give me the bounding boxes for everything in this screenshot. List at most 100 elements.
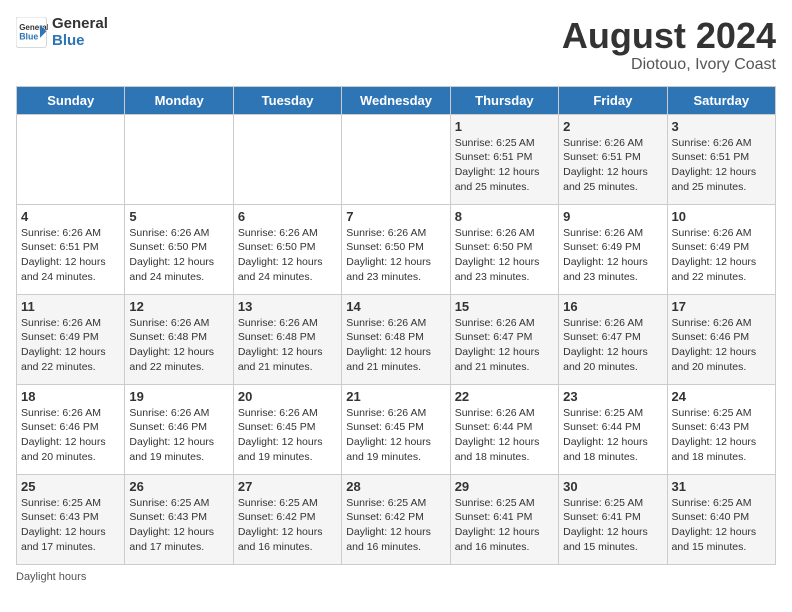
day-number: 5 xyxy=(129,209,228,224)
day-number: 19 xyxy=(129,389,228,404)
day-info: Sunrise: 6:26 AM Sunset: 6:50 PM Dayligh… xyxy=(129,226,228,285)
day-number: 2 xyxy=(563,119,662,134)
header: General Blue General Blue August 2024 Di… xyxy=(16,16,776,74)
calendar-week-row: 1 Sunrise: 6:25 AM Sunset: 6:51 PM Daylig… xyxy=(17,114,776,204)
calendar-cell: 30 Sunrise: 6:25 AM Sunset: 6:41 PM Dayli… xyxy=(559,474,667,564)
calendar-cell: 9Sunrise: 6:26 AM Sunset: 6:49 PM Daylig… xyxy=(559,204,667,294)
calendar-cell: 7Sunrise: 6:26 AM Sunset: 6:50 PM Daylig… xyxy=(342,204,450,294)
calendar-cell xyxy=(233,114,341,204)
day-info: Sunrise: 6:25 AM Sunset: 6:40 PM Dayligh… xyxy=(672,496,771,555)
calendar-cell: 6Sunrise: 6:26 AM Sunset: 6:50 PM Daylig… xyxy=(233,204,341,294)
day-number: 1 xyxy=(455,119,554,134)
calendar-cell: 5 Sunrise: 6:26 AM Sunset: 6:50 PM Daylig… xyxy=(125,204,233,294)
weekday-header: Friday xyxy=(559,86,667,114)
day-info: Sunrise: 6:26 AM Sunset: 6:50 PM Dayligh… xyxy=(346,226,445,285)
day-info: Sunrise: 6:26 AM Sunset: 6:48 PM Dayligh… xyxy=(346,316,445,375)
title-block: August 2024 Diotouo, Ivory Coast xyxy=(562,16,776,74)
day-info: Sunrise: 6:26 AM Sunset: 6:50 PM Dayligh… xyxy=(455,226,554,285)
day-number: 22 xyxy=(455,389,554,404)
calendar-cell: 31 Sunrise: 6:25 AM Sunset: 6:40 PM Dayli… xyxy=(667,474,775,564)
day-number: 10 xyxy=(672,209,771,224)
day-number: 29 xyxy=(455,479,554,494)
day-number: 17 xyxy=(672,299,771,314)
day-info: Sunrise: 6:26 AM Sunset: 6:47 PM Dayligh… xyxy=(455,316,554,375)
day-info: Sunrise: 6:25 AM Sunset: 6:42 PM Dayligh… xyxy=(346,496,445,555)
day-number: 20 xyxy=(238,389,337,404)
page-subtitle: Diotouo, Ivory Coast xyxy=(562,56,776,74)
day-number: 16 xyxy=(563,299,662,314)
calendar-week-row: 25 Sunrise: 6:25 AM Sunset: 6:43 PM Dayli… xyxy=(17,474,776,564)
day-info: Sunrise: 6:26 AM Sunset: 6:48 PM Dayligh… xyxy=(129,316,228,375)
calendar-cell: 4 Sunrise: 6:26 AM Sunset: 6:51 PM Daylig… xyxy=(17,204,125,294)
day-info: Sunrise: 6:25 AM Sunset: 6:41 PM Dayligh… xyxy=(563,496,662,555)
day-info: Sunrise: 6:25 AM Sunset: 6:41 PM Dayligh… xyxy=(455,496,554,555)
day-number: 8 xyxy=(455,209,554,224)
calendar-cell xyxy=(17,114,125,204)
calendar-cell: 14 Sunrise: 6:26 AM Sunset: 6:48 PM Dayli… xyxy=(342,294,450,384)
day-info: Sunrise: 6:26 AM Sunset: 6:45 PM Dayligh… xyxy=(238,406,337,465)
calendar-cell: 21 Sunrise: 6:26 AM Sunset: 6:45 PM Dayli… xyxy=(342,384,450,474)
day-info: Sunrise: 6:25 AM Sunset: 6:44 PM Dayligh… xyxy=(563,406,662,465)
svg-text:Blue: Blue xyxy=(19,31,38,41)
weekday-header: Thursday xyxy=(450,86,558,114)
calendar-week-row: 4 Sunrise: 6:26 AM Sunset: 6:51 PM Daylig… xyxy=(17,204,776,294)
weekday-header: Saturday xyxy=(667,86,775,114)
calendar-cell: 8 Sunrise: 6:26 AM Sunset: 6:50 PM Daylig… xyxy=(450,204,558,294)
day-info: Sunrise: 6:25 AM Sunset: 6:42 PM Dayligh… xyxy=(238,496,337,555)
calendar-cell: 22Sunrise: 6:26 AM Sunset: 6:44 PM Dayli… xyxy=(450,384,558,474)
day-number: 21 xyxy=(346,389,445,404)
day-info: Sunrise: 6:25 AM Sunset: 6:43 PM Dayligh… xyxy=(21,496,120,555)
day-info: Sunrise: 6:25 AM Sunset: 6:51 PM Dayligh… xyxy=(455,136,554,195)
day-number: 27 xyxy=(238,479,337,494)
calendar-cell: 19 Sunrise: 6:26 AM Sunset: 6:46 PM Dayli… xyxy=(125,384,233,474)
day-info: Sunrise: 6:26 AM Sunset: 6:46 PM Dayligh… xyxy=(129,406,228,465)
calendar-cell: 15 Sunrise: 6:26 AM Sunset: 6:47 PM Dayli… xyxy=(450,294,558,384)
day-info: Sunrise: 6:26 AM Sunset: 6:49 PM Dayligh… xyxy=(21,316,120,375)
day-info: Sunrise: 6:26 AM Sunset: 6:46 PM Dayligh… xyxy=(672,316,771,375)
day-number: 30 xyxy=(563,479,662,494)
day-number: 31 xyxy=(672,479,771,494)
calendar-week-row: 18 Sunrise: 6:26 AM Sunset: 6:46 PM Dayli… xyxy=(17,384,776,474)
calendar-cell xyxy=(125,114,233,204)
calendar-cell: 28 Sunrise: 6:25 AM Sunset: 6:42 PM Dayli… xyxy=(342,474,450,564)
footer-text: Daylight hours xyxy=(16,571,86,583)
calendar-cell: 26 Sunrise: 6:25 AM Sunset: 6:43 PM Dayli… xyxy=(125,474,233,564)
day-info: Sunrise: 6:25 AM Sunset: 6:43 PM Dayligh… xyxy=(672,406,771,465)
calendar-cell xyxy=(342,114,450,204)
day-info: Sunrise: 6:26 AM Sunset: 6:51 PM Dayligh… xyxy=(21,226,120,285)
calendar-table: SundayMondayTuesdayWednesdayThursdayFrid… xyxy=(16,86,776,565)
day-number: 26 xyxy=(129,479,228,494)
day-number: 24 xyxy=(672,389,771,404)
day-number: 15 xyxy=(455,299,554,314)
day-number: 4 xyxy=(21,209,120,224)
day-info: Sunrise: 6:25 AM Sunset: 6:43 PM Dayligh… xyxy=(129,496,228,555)
day-number: 11 xyxy=(21,299,120,314)
weekday-header: Tuesday xyxy=(233,86,341,114)
logo-blue: Blue xyxy=(52,33,108,50)
calendar-cell: 12 Sunrise: 6:26 AM Sunset: 6:48 PM Dayli… xyxy=(125,294,233,384)
day-number: 23 xyxy=(563,389,662,404)
day-info: Sunrise: 6:26 AM Sunset: 6:50 PM Dayligh… xyxy=(238,226,337,285)
calendar-cell: 2 Sunrise: 6:26 AM Sunset: 6:51 PM Daylig… xyxy=(559,114,667,204)
day-number: 14 xyxy=(346,299,445,314)
calendar-cell: 29 Sunrise: 6:25 AM Sunset: 6:41 PM Dayli… xyxy=(450,474,558,564)
day-info: Sunrise: 6:26 AM Sunset: 6:51 PM Dayligh… xyxy=(672,136,771,195)
calendar-week-row: 11 Sunrise: 6:26 AM Sunset: 6:49 PM Dayli… xyxy=(17,294,776,384)
day-info: Sunrise: 6:26 AM Sunset: 6:45 PM Dayligh… xyxy=(346,406,445,465)
page-title: August 2024 xyxy=(562,16,776,56)
calendar-cell: 3 Sunrise: 6:26 AM Sunset: 6:51 PM Daylig… xyxy=(667,114,775,204)
day-number: 25 xyxy=(21,479,120,494)
day-number: 28 xyxy=(346,479,445,494)
weekday-header: Monday xyxy=(125,86,233,114)
weekday-header-row: SundayMondayTuesdayWednesdayThursdayFrid… xyxy=(17,86,776,114)
footer-note: Daylight hours xyxy=(16,571,776,583)
day-number: 9 xyxy=(563,209,662,224)
day-number: 12 xyxy=(129,299,228,314)
day-info: Sunrise: 6:26 AM Sunset: 6:51 PM Dayligh… xyxy=(563,136,662,195)
day-number: 3 xyxy=(672,119,771,134)
calendar-cell: 24 Sunrise: 6:25 AM Sunset: 6:43 PM Dayli… xyxy=(667,384,775,474)
logo-icon: General Blue xyxy=(16,17,48,49)
calendar-cell: 16Sunrise: 6:26 AM Sunset: 6:47 PM Dayli… xyxy=(559,294,667,384)
calendar-cell: 27 Sunrise: 6:25 AM Sunset: 6:42 PM Dayli… xyxy=(233,474,341,564)
day-number: 18 xyxy=(21,389,120,404)
